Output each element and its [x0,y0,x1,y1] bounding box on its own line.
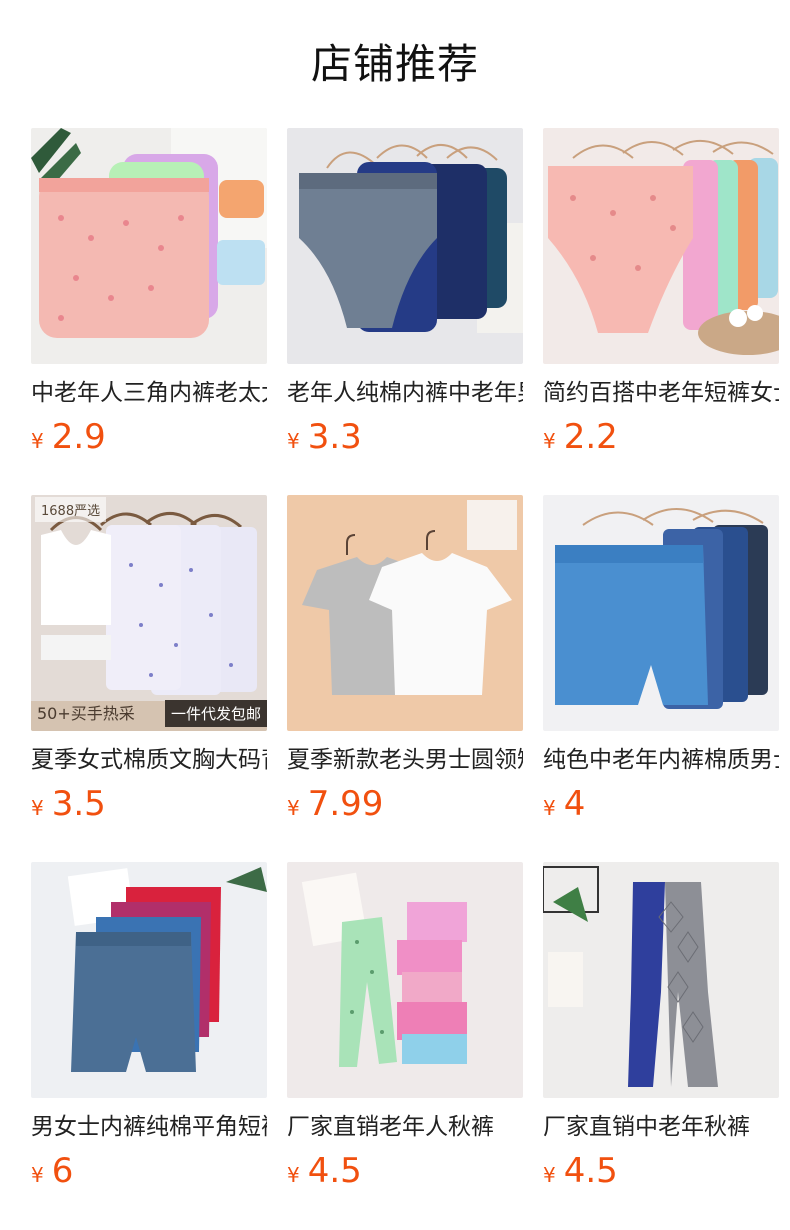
product-card[interactable]: 中老年人三角内裤老太太 ¥ 2.9 [31,128,267,495]
product-price: ¥ 3.3 [287,417,523,457]
badge-top: 1688严选 [35,497,107,522]
product-title[interactable]: 夏季女式棉质文胸大码背心 [31,745,267,775]
product-card[interactable]: 厂家直销老年人秋裤 ¥ 4.5 [287,862,523,1229]
price-value: 4 [563,784,586,824]
product-image[interactable]: 1688严选 50+买手热采 一件代发包邮 [31,495,267,731]
product-title[interactable]: 男女士内裤纯棉平角短裤 [31,1112,267,1142]
product-title[interactable]: 纯色中老年内裤棉质男士 [543,745,779,775]
currency-symbol: ¥ [543,796,556,820]
product-image[interactable] [31,128,267,364]
price-value: 2.9 [51,417,106,457]
product-price: ¥ 7.99 [287,784,523,824]
product-image[interactable] [543,128,779,364]
product-image[interactable] [31,862,267,1098]
price-value: 4.5 [563,1151,618,1191]
product-card[interactable]: 老年人纯棉内裤中老年男 ¥ 3.3 [287,128,523,495]
product-image[interactable] [287,495,523,731]
product-title[interactable]: 简约百搭中老年短裤女士 [543,378,779,408]
product-card[interactable]: 简约百搭中老年短裤女士 ¥ 2.2 [543,128,779,495]
product-card[interactable]: 男女士内裤纯棉平角短裤 ¥ 6 [31,862,267,1229]
product-price: ¥ 2.2 [543,417,779,457]
product-card[interactable]: 1688严选 50+买手热采 一件代发包邮 夏季女式棉质文胸大码背心 ¥ 3.5 [31,495,267,862]
product-title[interactable]: 厂家直销老年人秋裤 [287,1112,523,1142]
product-image[interactable] [543,495,779,731]
currency-symbol: ¥ [543,1163,556,1187]
product-title[interactable]: 夏季新款老头男士圆领短袖 [287,745,523,775]
product-card[interactable]: 夏季新款老头男士圆领短袖 ¥ 7.99 [287,495,523,862]
product-price: ¥ 6 [31,1151,267,1191]
currency-symbol: ¥ [287,1163,300,1187]
product-image[interactable] [543,862,779,1098]
page-title: 店铺推荐 [311,40,479,88]
product-card[interactable]: 厂家直销中老年秋裤 ¥ 4.5 [543,862,779,1229]
price-value: 4.5 [307,1151,362,1191]
product-title[interactable]: 厂家直销中老年秋裤 [543,1112,779,1142]
price-value: 3.5 [51,784,106,824]
product-card[interactable]: 纯色中老年内裤棉质男士 ¥ 4 [543,495,779,862]
product-price: ¥ 3.5 [31,784,267,824]
price-value: 6 [51,1151,74,1191]
product-price: ¥ 4.5 [543,1151,779,1191]
product-title[interactable]: 老年人纯棉内裤中老年男 [287,378,523,408]
product-image[interactable] [287,862,523,1098]
price-value: 2.2 [563,417,618,457]
currency-symbol: ¥ [287,796,300,820]
currency-symbol: ¥ [31,429,44,453]
product-price: ¥ 4.5 [287,1151,523,1191]
price-value: 3.3 [307,417,362,457]
price-value: 7.99 [307,784,384,824]
product-title[interactable]: 中老年人三角内裤老太太 [31,378,267,408]
product-price: ¥ 4 [543,784,779,824]
currency-symbol: ¥ [31,1163,44,1187]
badge-left: 50+买手热采 [37,704,135,723]
currency-symbol: ¥ [287,429,300,453]
page-header: 店铺推荐 [0,0,790,128]
product-price: ¥ 2.9 [31,417,267,457]
product-image[interactable] [287,128,523,364]
badge-right: 一件代发包邮 [164,700,267,727]
product-grid: 中老年人三角内裤老太太 ¥ 2.9 老年人纯棉内裤中老年男 ¥ 3.3 简约百搭… [0,128,790,1229]
currency-symbol: ¥ [543,429,556,453]
currency-symbol: ¥ [31,796,44,820]
